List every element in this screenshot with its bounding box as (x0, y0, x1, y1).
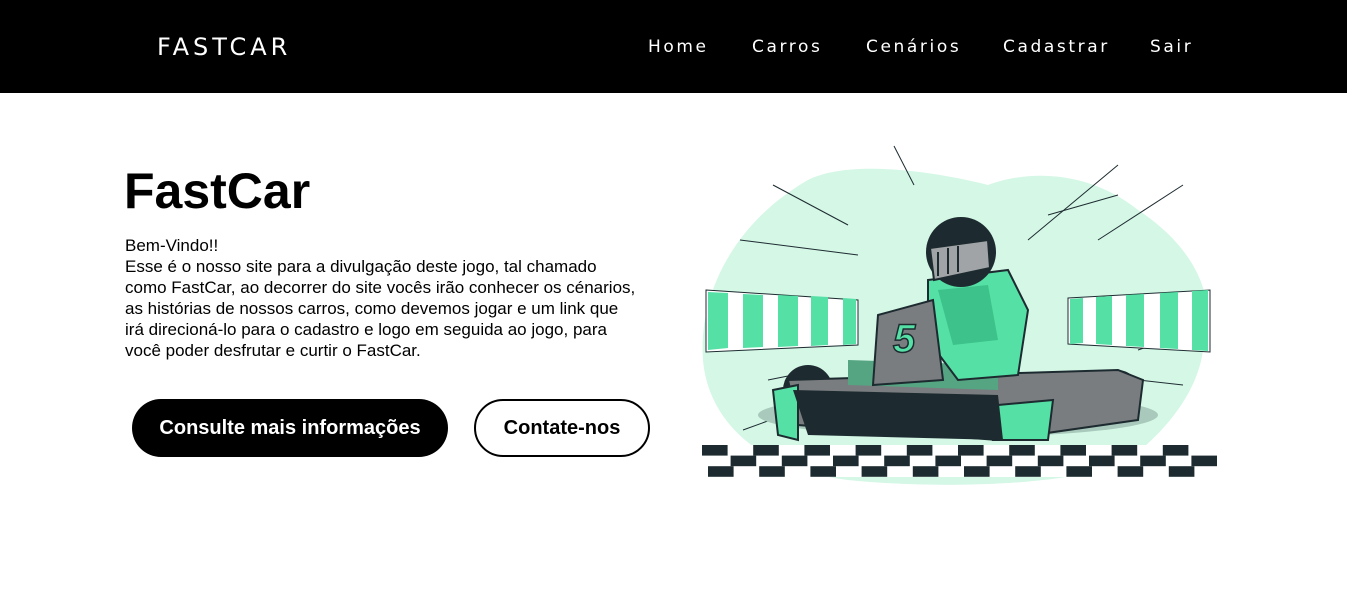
nav-link-cenarios[interactable]: Cenários (866, 35, 961, 59)
floor-check (759, 466, 785, 477)
hero-line: Esse é o nosso site para a divulgação de… (125, 257, 597, 276)
kart-number: 5 (893, 317, 916, 361)
floor-check (730, 455, 757, 467)
floor-check (1111, 445, 1138, 456)
floor-check (884, 455, 910, 467)
hero-title: FastCar (124, 163, 311, 219)
floor-check (804, 445, 830, 456)
top-navbar: FASTCAR Home Carros Cenários Cadastrar S… (0, 0, 1347, 93)
floor-check (708, 466, 734, 477)
right-wall (1067, 289, 1211, 353)
go-kart-racer-illustration-icon: 5 (702, 145, 1217, 485)
floor-check (861, 466, 888, 477)
floor-check (833, 455, 859, 467)
floor-check (1009, 445, 1035, 456)
nav-link-sair[interactable]: Sair (1150, 35, 1193, 59)
floor-check (1015, 466, 1041, 477)
floor-check (1037, 455, 1064, 467)
floor-check (986, 455, 1013, 467)
hero-line: você poder desfrutar e curtir o FastCar. (125, 341, 421, 360)
floor-check (1089, 455, 1115, 467)
more-info-button[interactable]: Consulte mais informações (132, 399, 448, 457)
nav-link-cadastrar[interactable]: Cadastrar (1003, 35, 1110, 59)
left-wall (705, 289, 859, 353)
floor-check (1168, 466, 1195, 477)
floor-check (1140, 455, 1166, 467)
contact-button[interactable]: Contate-nos (474, 399, 650, 457)
floor-check (702, 445, 728, 456)
floor-check (1117, 466, 1144, 477)
floor-check (855, 445, 882, 456)
floor-check (912, 466, 939, 477)
floor-check (964, 466, 990, 477)
floor-check (906, 445, 933, 456)
hero-line: irá direcioná-lo para o cadastro e logo … (125, 320, 607, 339)
nav-link-carros[interactable]: Carros (752, 35, 822, 59)
floor-check (1066, 466, 1092, 477)
floor-check (753, 445, 779, 456)
floor-check (935, 455, 961, 467)
floor-check (1060, 445, 1086, 456)
checkered-floor (702, 445, 1217, 477)
hero-description: Bem-Vindo!! Esse é o nosso site para a d… (125, 235, 665, 361)
floor-check (810, 466, 836, 477)
floor-check (958, 445, 984, 456)
hero-greeting: Bem-Vindo!! (125, 236, 219, 255)
nav-link-home[interactable]: Home (648, 35, 709, 59)
hero-line: as histórias de nossos carros, como deve… (125, 299, 619, 318)
floor-check (1162, 445, 1189, 456)
floor-check (781, 455, 808, 467)
hero-line: como FastCar, ao decorrer do site vocês … (125, 278, 636, 297)
nav-links: Home Carros Cenários Cadastrar Sair (0, 35, 1347, 61)
floor-check (1191, 455, 1217, 467)
